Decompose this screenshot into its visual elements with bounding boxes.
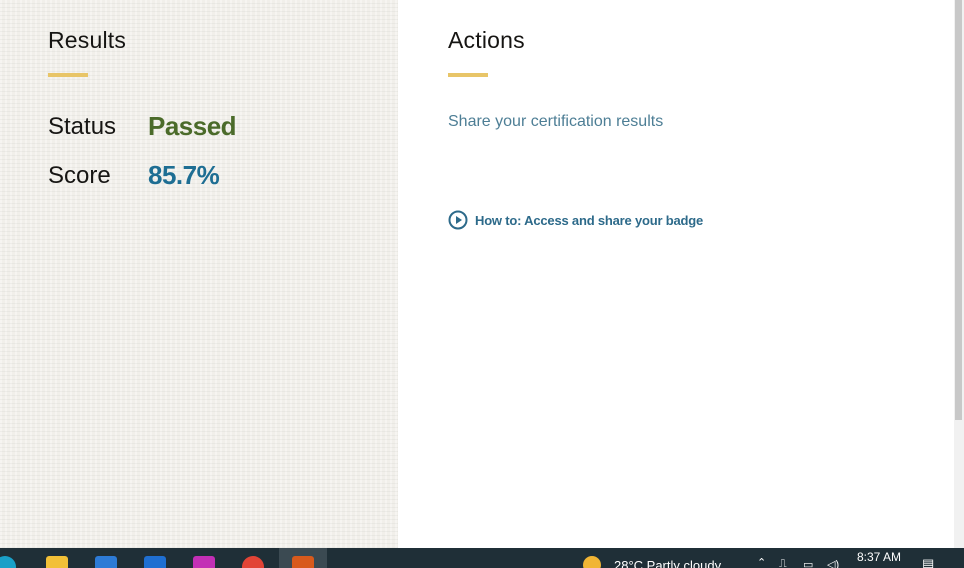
app-icon[interactable] <box>292 556 314 568</box>
taskbar-active-app[interactable] <box>279 548 327 568</box>
mail-icon[interactable] <box>144 556 166 568</box>
play-circle-icon <box>448 210 468 230</box>
scrollbar-thumb[interactable] <box>955 0 962 420</box>
notification-icon[interactable]: ▤ <box>922 556 934 568</box>
status-label: Status <box>48 113 117 140</box>
instagram-icon[interactable] <box>193 556 215 568</box>
share-results-text: Share your certification results <box>448 113 664 130</box>
actions-panel: Actions Share your certification results… <box>398 0 954 548</box>
weather-text[interactable]: 28°C Partly cloudy <box>614 558 721 568</box>
howto-share-badge-link[interactable]: How to: Access and share your badge <box>448 210 703 230</box>
weather-icon[interactable] <box>583 556 601 568</box>
battery-icon[interactable]: ▭ <box>803 558 813 568</box>
score-value: 85.7% <box>148 160 220 190</box>
edge-icon[interactable] <box>0 556 16 568</box>
chrome-icon[interactable] <box>242 556 264 568</box>
actions-heading-underline <box>448 73 488 77</box>
actions-heading: Actions <box>448 27 525 53</box>
results-heading: Results <box>48 27 127 53</box>
results-heading-underline <box>48 73 88 77</box>
volume-icon[interactable]: ◁) <box>827 558 839 568</box>
howto-link-label: How to: Access and share your badge <box>475 212 704 228</box>
taskbar: 28°C Partly cloudy ⌃ ⎍ ▭ ◁) 8:37 AM ▤ <box>0 548 964 568</box>
score-label: Score <box>48 162 111 189</box>
status-value: Passed <box>148 111 237 141</box>
store-icon[interactable] <box>95 556 117 568</box>
chevron-up-icon[interactable]: ⌃ <box>757 556 766 568</box>
file-explorer-icon[interactable] <box>46 556 68 568</box>
vertical-scrollbar[interactable] <box>954 0 964 548</box>
clock-time[interactable]: 8:37 AM <box>857 550 901 564</box>
results-panel: Results Status Passed Score 85.7% <box>0 0 398 548</box>
network-icon[interactable]: ⎍ <box>779 558 787 568</box>
